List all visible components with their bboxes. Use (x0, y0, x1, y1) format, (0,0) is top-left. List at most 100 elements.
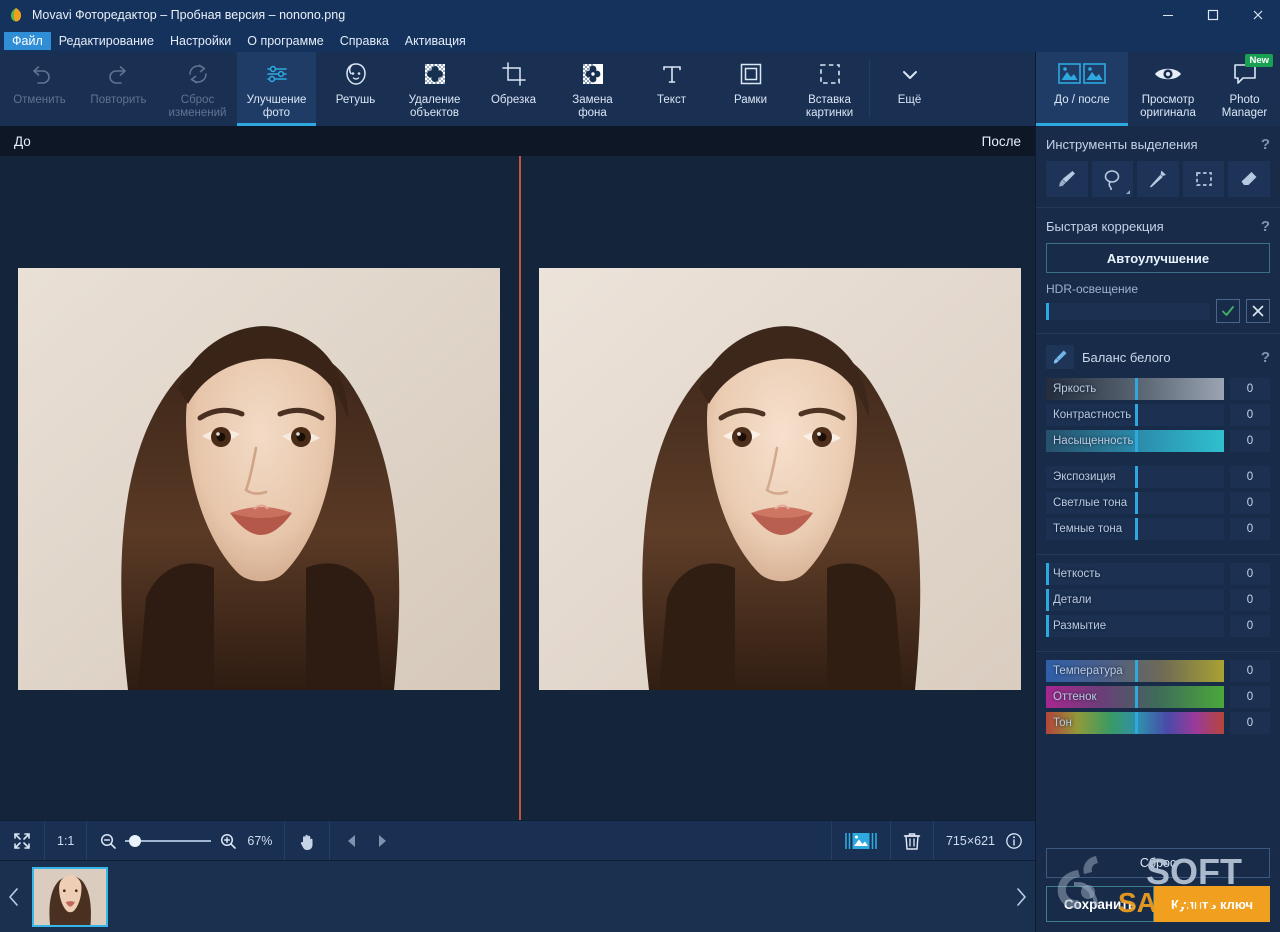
lasso-dropdown-corner[interactable] (1126, 190, 1130, 194)
slider-clarity-track[interactable]: Четкость (1046, 563, 1224, 585)
slider-blur-handle[interactable] (1046, 615, 1049, 637)
minimize-button[interactable] (1145, 0, 1190, 30)
filmstrip-next-button[interactable] (1007, 886, 1035, 908)
zoom-slider-handle[interactable] (129, 835, 141, 847)
prev-arrow-icon[interactable] (344, 833, 360, 849)
toolbar-frames[interactable]: Рамки (711, 52, 790, 126)
toolbar-background-change[interactable]: Замена фона (553, 52, 632, 126)
delete-image-button[interactable] (891, 821, 934, 861)
slider-clarity[interactable]: Четкость 0 (1046, 563, 1270, 585)
info-icon[interactable] (1005, 832, 1023, 850)
menu-item-edit[interactable]: Редактирование (51, 32, 162, 50)
slider-shadows-handle[interactable] (1135, 518, 1138, 540)
zoom-slider[interactable] (125, 834, 211, 848)
toolbar-before-after[interactable]: До / после (1036, 52, 1128, 126)
hdr-apply-button[interactable] (1216, 299, 1240, 323)
slider-brightness[interactable]: Яркость 0 (1046, 378, 1270, 400)
toolbar-photo-manager[interactable]: New Photo Manager (1208, 52, 1280, 126)
close-button[interactable] (1235, 0, 1280, 30)
slider-tint[interactable]: Оттенок 0 (1046, 686, 1270, 708)
marquee-tool[interactable] (1183, 161, 1225, 197)
toolbar-view-original[interactable]: Просмотр оригинала (1128, 52, 1208, 126)
slider-contrast[interactable]: Контрастность 0 (1046, 404, 1270, 426)
next-arrow-icon[interactable] (374, 833, 390, 849)
actual-size-button[interactable]: 1:1 (45, 821, 87, 861)
slider-details-track[interactable]: Детали (1046, 589, 1224, 611)
slider-clarity-handle[interactable] (1046, 563, 1049, 585)
slider-temperature-track[interactable]: Температура (1046, 660, 1224, 682)
slider-details[interactable]: Детали 0 (1046, 589, 1270, 611)
slider-shadows-track[interactable]: Темные тона (1046, 518, 1224, 540)
slider-hue-handle[interactable] (1135, 712, 1138, 734)
auto-enhance-button[interactable]: Автоулучшение (1046, 243, 1270, 273)
slider-saturation[interactable]: Насыщенность 0 (1046, 430, 1270, 452)
slider-tint-value[interactable]: 0 (1230, 686, 1270, 708)
selection-help-icon[interactable]: ? (1261, 136, 1270, 153)
slider-blur-track[interactable]: Размытие (1046, 615, 1224, 637)
hdr-slider-handle[interactable] (1046, 303, 1049, 320)
menu-item-help[interactable]: Справка (332, 32, 397, 50)
slider-highlights[interactable]: Светлые тона 0 (1046, 492, 1270, 514)
slider-contrast-value[interactable]: 0 (1230, 404, 1270, 426)
buy-key-button[interactable]: Купить ключ (1154, 886, 1270, 922)
filmstrip-toggle-button[interactable] (831, 821, 891, 861)
zoom-out-icon[interactable] (99, 832, 117, 850)
toolbar-enhance-photo[interactable]: Улучшение фото (237, 52, 316, 126)
slider-hue[interactable]: Тон 0 (1046, 712, 1270, 734)
toolbar-redo[interactable]: Повторить (79, 52, 158, 126)
slider-highlights-track[interactable]: Светлые тона (1046, 492, 1224, 514)
slider-exposure-handle[interactable] (1135, 466, 1138, 488)
pan-tool-button[interactable] (285, 821, 330, 861)
menu-item-settings[interactable]: Настройки (162, 32, 239, 50)
filmstrip-prev-button[interactable] (0, 886, 28, 908)
slider-exposure-track[interactable]: Экспозиция (1046, 466, 1224, 488)
slider-blur-value[interactable]: 0 (1230, 615, 1270, 637)
slider-brightness-value[interactable]: 0 (1230, 378, 1270, 400)
slider-details-value[interactable]: 0 (1230, 589, 1270, 611)
save-button[interactable]: Сохранить (1046, 886, 1154, 922)
toolbar-more[interactable]: Ещё (870, 52, 949, 126)
hdr-cancel-button[interactable] (1246, 299, 1270, 323)
menu-item-file[interactable]: Файл (4, 32, 51, 50)
zoom-in-icon[interactable] (219, 832, 237, 850)
slider-contrast-track[interactable]: Контрастность (1046, 404, 1224, 426)
quick-correction-help-icon[interactable]: ? (1261, 218, 1270, 235)
slider-saturation-track[interactable]: Насыщенность (1046, 430, 1224, 452)
hdr-slider[interactable] (1046, 303, 1210, 320)
toolbar-crop[interactable]: Обрезка (474, 52, 553, 126)
compare-split-handle[interactable] (519, 156, 521, 820)
slider-brightness-track[interactable]: Яркость (1046, 378, 1224, 400)
toolbar-reset-changes[interactable]: Сброс изменений (158, 52, 237, 126)
slider-hue-track[interactable]: Тон (1046, 712, 1224, 734)
slider-saturation-handle[interactable] (1135, 430, 1138, 452)
slider-hue-value[interactable]: 0 (1230, 712, 1270, 734)
lasso-tool[interactable] (1092, 161, 1134, 197)
toolbar-insert-image[interactable]: Вставка картинки (790, 52, 869, 126)
slider-saturation-value[interactable]: 0 (1230, 430, 1270, 452)
fit-to-screen-button[interactable] (0, 821, 45, 861)
slider-temperature-value[interactable]: 0 (1230, 660, 1270, 682)
toolbar-text[interactable]: Текст (632, 52, 711, 126)
slider-brightness-handle[interactable] (1135, 378, 1138, 400)
eraser-tool[interactable] (1228, 161, 1270, 197)
slider-temperature-handle[interactable] (1135, 660, 1138, 682)
slider-blur[interactable]: Размытие 0 (1046, 615, 1270, 637)
slider-highlights-handle[interactable] (1135, 492, 1138, 514)
menu-item-about[interactable]: О программе (239, 32, 331, 50)
slider-details-handle[interactable] (1046, 589, 1049, 611)
slider-contrast-handle[interactable] (1135, 404, 1138, 426)
slider-clarity-value[interactable]: 0 (1230, 563, 1270, 585)
maximize-button[interactable] (1190, 0, 1235, 30)
reset-button[interactable]: Сброс (1046, 848, 1270, 878)
menu-item-activation[interactable]: Активация (397, 32, 474, 50)
white-balance-help-icon[interactable]: ? (1261, 349, 1270, 366)
slider-highlights-value[interactable]: 0 (1230, 492, 1270, 514)
slider-shadows-value[interactable]: 0 (1230, 518, 1270, 540)
filmstrip-thumbnail[interactable] (32, 867, 108, 927)
slider-shadows[interactable]: Темные тона 0 (1046, 518, 1270, 540)
slider-tint-handle[interactable] (1135, 686, 1138, 708)
eyedropper-button[interactable] (1046, 345, 1074, 369)
slider-tint-track[interactable]: Оттенок (1046, 686, 1224, 708)
slider-temperature[interactable]: Температура 0 (1046, 660, 1270, 682)
image-canvas[interactable] (0, 156, 1035, 820)
